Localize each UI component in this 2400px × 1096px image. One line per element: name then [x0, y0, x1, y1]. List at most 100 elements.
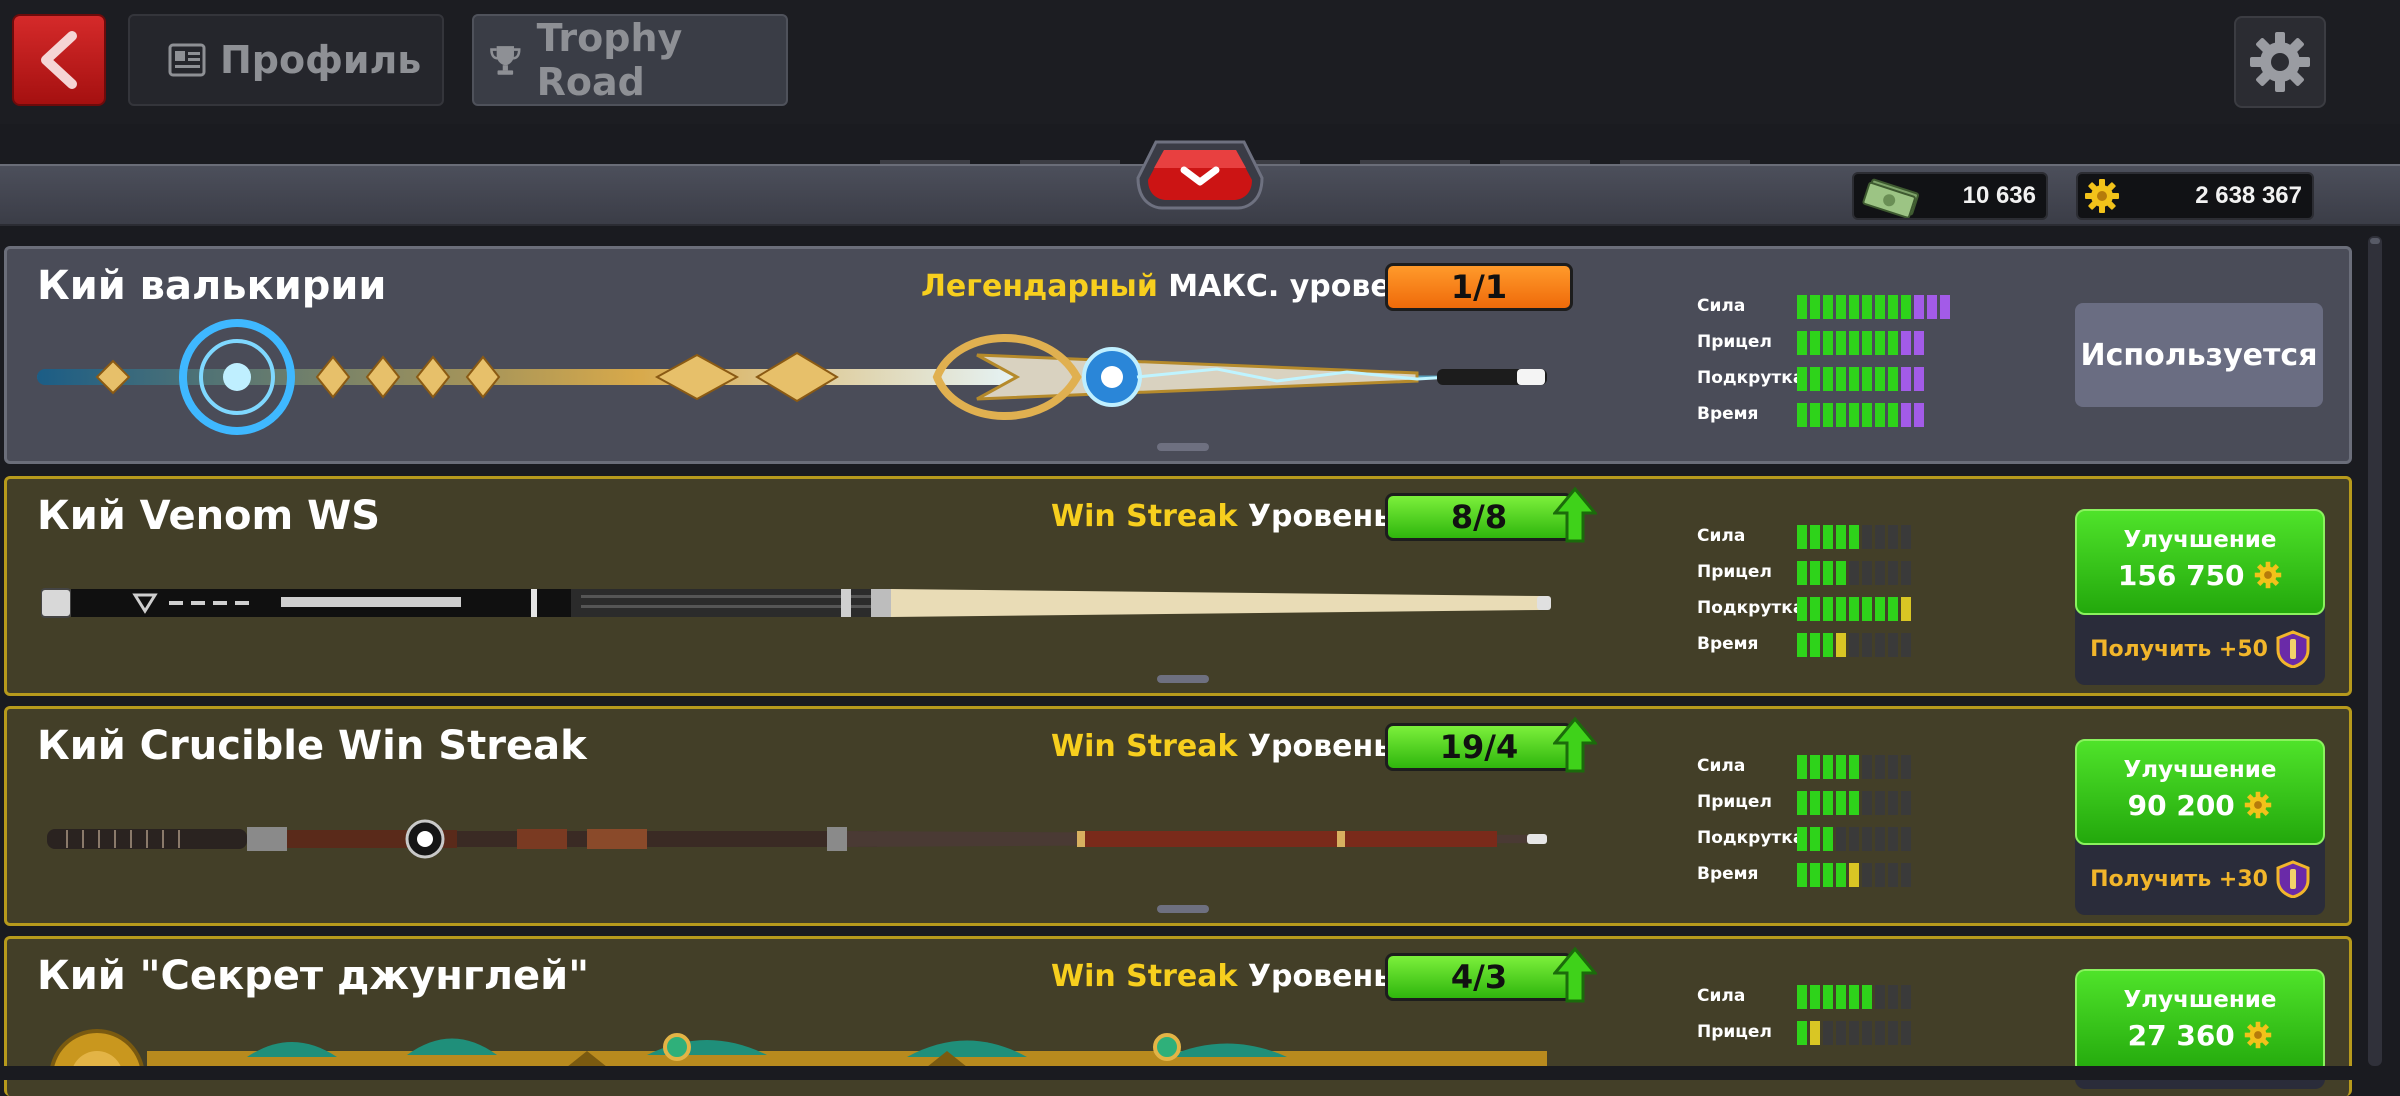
stat-segment: [1823, 331, 1833, 355]
stat-segment: [1914, 295, 1924, 319]
stat-segment: [1862, 633, 1872, 657]
stat-segment: [1823, 633, 1833, 657]
stat-segment: [1888, 331, 1898, 355]
in-use-button[interactable]: Используется: [2075, 303, 2323, 407]
stat-segment: [1810, 633, 1820, 657]
cue-row-venom-ws[interactable]: Кий Venom WS Win Streak Уровень 4 8/8 Си…: [4, 476, 2352, 696]
arrow-up-icon: [1553, 717, 1597, 773]
cue-name: Кий "Секрет джунглей": [37, 953, 590, 999]
upgrade-button[interactable]: Улучшение 156 750: [2075, 509, 2325, 615]
cue-row-valkyrie[interactable]: Кий валькирии Легендарный МАКС. уровень …: [4, 246, 2352, 464]
stat-segment: [1901, 633, 1911, 657]
stat-spin: Подкрутка: [1697, 365, 1924, 391]
cue-name: Кий Venom WS: [37, 493, 381, 539]
upgrade-button[interactable]: Улучшение 27 360: [2075, 969, 2325, 1075]
coins-balance[interactable]: 2 638 367: [2076, 172, 2314, 220]
stat-segment: [1823, 403, 1833, 427]
stat-segment: [1862, 561, 1872, 585]
stat-segment: [1836, 403, 1846, 427]
stat-segment: [1862, 755, 1872, 779]
coins-value: 2 638 367: [2195, 182, 2302, 209]
stat-label: Сила: [1697, 756, 1746, 776]
stat-power: Сила: [1697, 523, 1911, 549]
stat-segment: [1849, 863, 1859, 887]
cue-row-crucible[interactable]: Кий Crucible Win Streak Win Streak Урове…: [4, 706, 2352, 926]
row-drag-handle[interactable]: [1157, 675, 1209, 683]
get-pieces-button[interactable]: Получить +30: [2075, 849, 2325, 909]
stat-segment: [1797, 367, 1807, 391]
stat-segment: [1862, 791, 1872, 815]
row-drag-handle[interactable]: [1157, 905, 1209, 913]
cue-name: Кий Crucible Win Streak: [37, 723, 587, 769]
stat-segment: [1927, 295, 1937, 319]
coin-gear-icon: [2245, 1021, 2272, 1049]
cue-rarity: Win Streak Уровень 4: [1051, 729, 1423, 764]
stat-segment: [1914, 331, 1924, 355]
tab-trophy-road[interactable]: Trophy Road: [472, 14, 788, 106]
stat-segment: [1875, 331, 1885, 355]
stat-segment: [1849, 295, 1859, 319]
stat-segment: [1875, 403, 1885, 427]
row-drag-handle[interactable]: [1157, 443, 1209, 451]
stat-segment: [1862, 597, 1872, 621]
stat-segment: [1888, 633, 1898, 657]
rarity-tag: Win Streak: [1051, 499, 1238, 534]
stat-segment: [1797, 1021, 1807, 1045]
stat-segment: [1901, 755, 1911, 779]
get-pieces-button[interactable]: Получить +50: [2075, 619, 2325, 679]
stat-segment: [1940, 295, 1950, 319]
stat-segment: [1901, 985, 1911, 1009]
stat-time: Время: [1697, 631, 1911, 657]
stat-label: Прицел: [1697, 332, 1772, 352]
stat-bars: [1797, 561, 1911, 585]
chevron-left-icon: [41, 31, 77, 89]
stat-segment: [1875, 367, 1885, 391]
list-scrollbar[interactable]: [2368, 236, 2382, 1066]
stat-bars: [1797, 331, 1924, 355]
stat-segment: [1901, 827, 1911, 851]
cash-stack-icon: [1862, 178, 1920, 218]
profile-card-icon: [168, 43, 206, 77]
rarity-tag: Легендарный: [921, 269, 1158, 304]
stat-segment: [1888, 791, 1898, 815]
upgrade-button[interactable]: Улучшение 90 200: [2075, 739, 2325, 845]
stat-segment: [1836, 525, 1846, 549]
tab-profile[interactable]: Профиль: [128, 14, 444, 106]
stat-segment: [1810, 525, 1820, 549]
stat-segment: [1836, 827, 1846, 851]
cash-balance[interactable]: 10 636: [1852, 172, 2048, 220]
chevron-down-icon: [1136, 140, 1264, 210]
stat-segment: [1823, 985, 1833, 1009]
stat-segment: [1862, 403, 1872, 427]
stat-segment: [1888, 561, 1898, 585]
stat-spin: Подкрутка: [1697, 595, 1911, 621]
stat-label: Время: [1697, 404, 1759, 424]
stat-segment: [1810, 755, 1820, 779]
upgrade-label: Улучшение: [2123, 757, 2277, 783]
stat-segment: [1888, 525, 1898, 549]
stat-segment: [1823, 755, 1833, 779]
stat-segment: [1875, 561, 1885, 585]
stat-segment: [1836, 597, 1846, 621]
stat-segment: [1810, 1021, 1820, 1045]
stat-label: Прицел: [1697, 792, 1772, 812]
stat-segment: [1901, 863, 1911, 887]
stat-segment: [1901, 597, 1911, 621]
scrollbar-thumb[interactable]: [2370, 238, 2380, 244]
cue-rarity: Легендарный МАКС. уровень: [921, 269, 1430, 304]
back-button[interactable]: [12, 14, 106, 106]
collapse-button[interactable]: [1134, 138, 1266, 212]
stat-segment: [1888, 1021, 1898, 1045]
stat-segment: [1849, 791, 1859, 815]
stat-segment: [1875, 985, 1885, 1009]
stat-segment: [1836, 331, 1846, 355]
valkyrie-cue-image: [37, 319, 1547, 435]
stat-segment: [1862, 295, 1872, 319]
upgrade-panel: Улучшение 90 200 Получить +30: [2075, 739, 2325, 915]
stat-aim: Прицел: [1697, 559, 1911, 585]
tab-profile-label: Профиль: [220, 38, 422, 82]
stat-segment: [1849, 633, 1859, 657]
settings-button[interactable]: [2234, 16, 2326, 108]
cue-piece-shield-icon: [2276, 860, 2310, 898]
stat-segment: [1797, 755, 1807, 779]
